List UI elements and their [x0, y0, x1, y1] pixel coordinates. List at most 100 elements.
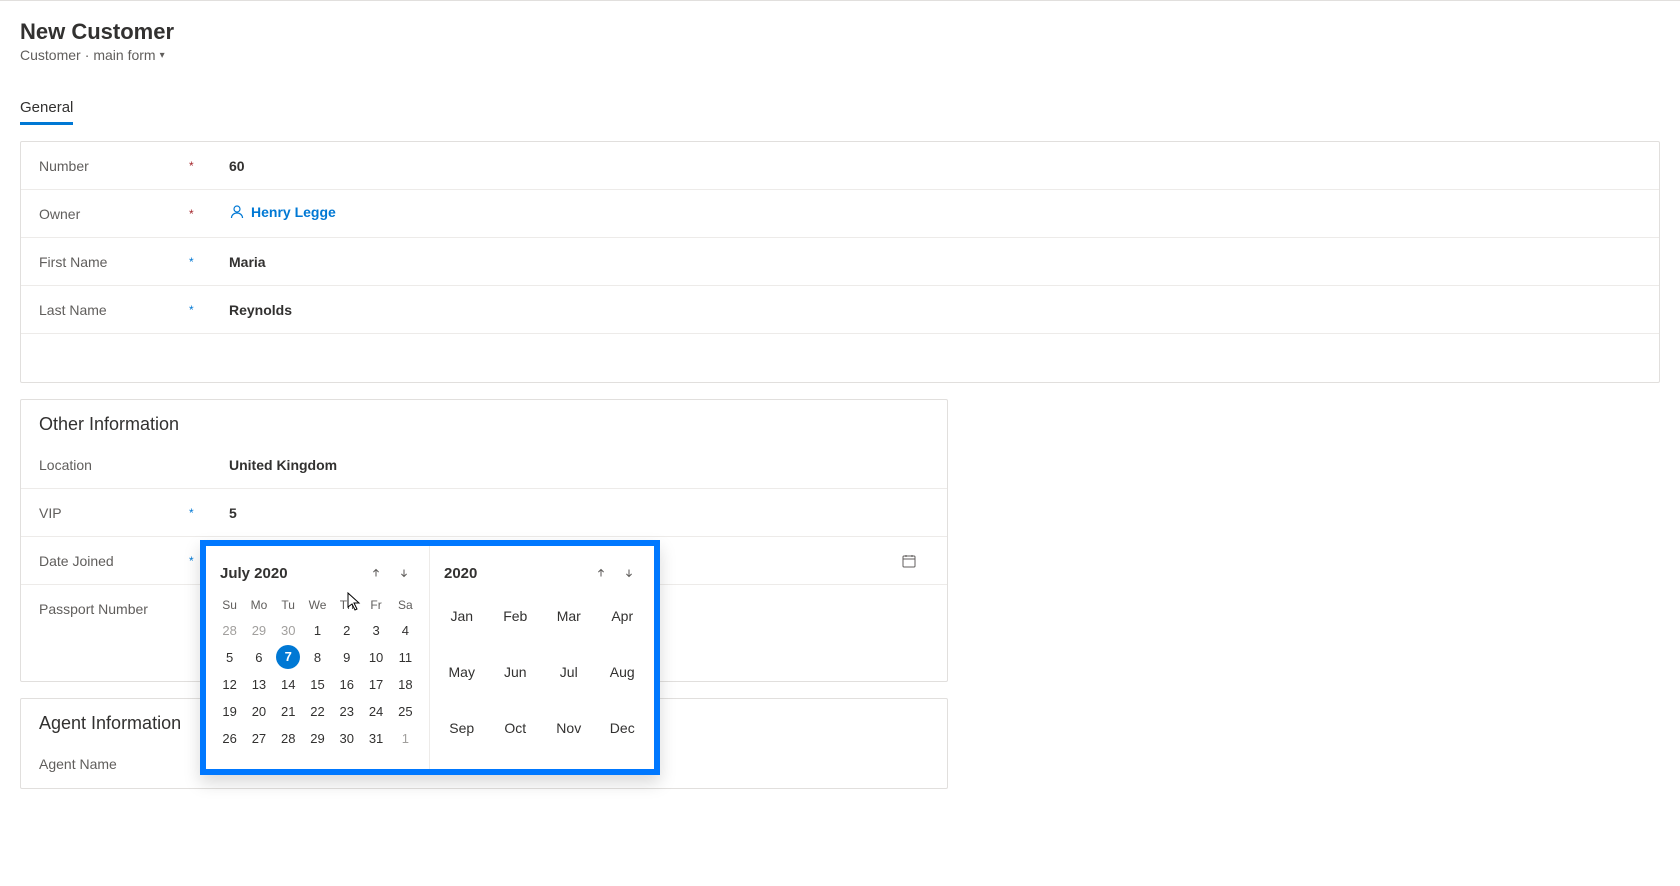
page-title: New Customer: [20, 19, 1660, 45]
number-value[interactable]: 60: [229, 158, 1641, 174]
calendar-day[interactable]: 6: [245, 645, 272, 670]
dow-header: Sa: [392, 594, 419, 616]
calendar-day[interactable]: 31: [362, 726, 389, 751]
calendar-day[interactable]: 24: [362, 699, 389, 724]
owner-label: Owner: [39, 206, 189, 222]
datepicker-year-label[interactable]: 2020: [444, 565, 477, 582]
first-name-value[interactable]: Maria: [229, 254, 1641, 270]
vip-value[interactable]: 5: [229, 505, 929, 521]
datepicker-month-label[interactable]: July 2020: [220, 565, 288, 582]
datepicker-day-pane: July 2020 SuMoTuWeThFrSa2829301234567891…: [206, 546, 430, 769]
calendar-month-jun[interactable]: Jun: [494, 660, 538, 684]
calendar-icon[interactable]: [901, 553, 917, 569]
calendar-month-feb[interactable]: Feb: [494, 604, 538, 628]
calendar-day[interactable]: 30: [333, 726, 360, 751]
owner-lookup-link[interactable]: Henry Legge: [229, 204, 336, 220]
calendar-day[interactable]: 10: [362, 645, 389, 670]
calendar-day[interactable]: 28: [216, 618, 243, 643]
field-empty-spacer: [21, 334, 1659, 382]
calendar-month-apr[interactable]: Apr: [601, 604, 645, 628]
calendar-day[interactable]: 19: [216, 699, 243, 724]
dow-header: Mo: [245, 594, 272, 616]
field-number[interactable]: Number * 60: [21, 142, 1659, 190]
calendar-day[interactable]: 30: [275, 618, 302, 643]
calendar-day[interactable]: 29: [304, 726, 331, 751]
agent-name-label: Agent Name: [39, 756, 189, 772]
calendar-day[interactable]: 4: [392, 618, 419, 643]
datepicker-popup[interactable]: July 2020 SuMoTuWeThFrSa2829301234567891…: [200, 540, 660, 775]
calendar-day[interactable]: 3: [362, 618, 389, 643]
calendar-month-jan[interactable]: Jan: [440, 604, 484, 628]
last-name-value[interactable]: Reynolds: [229, 302, 1641, 318]
calendar-month-oct[interactable]: Oct: [494, 716, 538, 740]
calendar-day[interactable]: 1: [392, 726, 419, 751]
calendar-month-sep[interactable]: Sep: [440, 716, 484, 740]
prev-year-arrow-icon[interactable]: [590, 562, 612, 584]
calendar-month-aug[interactable]: Aug: [601, 660, 645, 684]
calendar-day[interactable]: 23: [333, 699, 360, 724]
calendar-day[interactable]: 8: [304, 645, 331, 670]
calendar-day[interactable]: 9: [333, 645, 360, 670]
calendar-day[interactable]: 26: [216, 726, 243, 751]
calendar-day[interactable]: 11: [392, 645, 419, 670]
field-last-name[interactable]: Last Name * Reynolds: [21, 286, 1659, 334]
dow-header: Tu: [275, 594, 302, 616]
calendar-day[interactable]: 18: [392, 672, 419, 697]
calendar-day[interactable]: 15: [304, 672, 331, 697]
field-vip[interactable]: VIP * 5: [21, 489, 947, 537]
calendar-day-selected[interactable]: 7: [276, 645, 300, 669]
datepicker-day-grid: SuMoTuWeThFrSa28293012345678910111213141…: [216, 594, 419, 751]
next-year-arrow-icon[interactable]: [618, 562, 640, 584]
calendar-month-may[interactable]: May: [440, 660, 484, 684]
datepicker-month-header: July 2020: [216, 558, 419, 594]
calendar-day[interactable]: 27: [245, 726, 272, 751]
field-first-name[interactable]: First Name * Maria: [21, 238, 1659, 286]
breadcrumb-form[interactable]: main form: [93, 47, 155, 63]
calendar-month-mar[interactable]: Mar: [547, 604, 591, 628]
breadcrumb-separator: ·: [85, 47, 90, 63]
field-owner[interactable]: Owner * Henry Legge: [21, 190, 1659, 238]
calendar-day[interactable]: 16: [333, 672, 360, 697]
location-value[interactable]: United Kingdom: [229, 457, 929, 473]
calendar-day[interactable]: 29: [245, 618, 272, 643]
calendar-day[interactable]: 20: [245, 699, 272, 724]
breadcrumb: Customer · main form ▾: [20, 47, 1660, 63]
calendar-day[interactable]: 13: [245, 672, 272, 697]
datepicker-year-header: 2020: [440, 558, 644, 594]
calendar-day[interactable]: 22: [304, 699, 331, 724]
calendar-day[interactable]: 12: [216, 672, 243, 697]
field-location[interactable]: Location United Kingdom: [21, 441, 947, 489]
calendar-day[interactable]: 25: [392, 699, 419, 724]
prev-month-arrow-icon[interactable]: [365, 562, 387, 584]
calendar-day[interactable]: 17: [362, 672, 389, 697]
calendar-month-dec[interactable]: Dec: [601, 716, 645, 740]
location-label: Location: [39, 457, 189, 473]
vip-label: VIP: [39, 505, 189, 521]
breadcrumb-entity: Customer: [20, 47, 81, 63]
person-icon: [229, 204, 245, 220]
calendar-month-nov[interactable]: Nov: [547, 716, 591, 740]
recommended-indicator: *: [189, 255, 229, 269]
recommended-indicator: *: [189, 506, 229, 520]
last-name-label: Last Name: [39, 302, 189, 318]
calendar-month-jul[interactable]: Jul: [547, 660, 591, 684]
dow-header: We: [304, 594, 331, 616]
owner-value[interactable]: Henry Legge: [229, 204, 1641, 223]
date-joined-label: Date Joined: [39, 553, 189, 569]
calendar-day[interactable]: 21: [275, 699, 302, 724]
calendar-day[interactable]: 1: [304, 618, 331, 643]
section-general: Number * 60 Owner * Henry Legge First Na…: [20, 141, 1660, 383]
calendar-day[interactable]: 2: [333, 618, 360, 643]
tab-general[interactable]: General: [20, 93, 73, 125]
owner-name[interactable]: Henry Legge: [251, 204, 336, 220]
next-month-arrow-icon[interactable]: [393, 562, 415, 584]
form-header: New Customer Customer · main form ▾: [20, 1, 1660, 69]
other-info-title: Other Information: [21, 400, 947, 441]
calendar-day[interactable]: 28: [275, 726, 302, 751]
calendar-day[interactable]: 14: [275, 672, 302, 697]
dow-header: Th: [333, 594, 360, 616]
chevron-down-icon[interactable]: ▾: [160, 50, 165, 61]
first-name-label: First Name: [39, 254, 189, 270]
required-indicator: *: [189, 207, 229, 221]
calendar-day[interactable]: 5: [216, 645, 243, 670]
